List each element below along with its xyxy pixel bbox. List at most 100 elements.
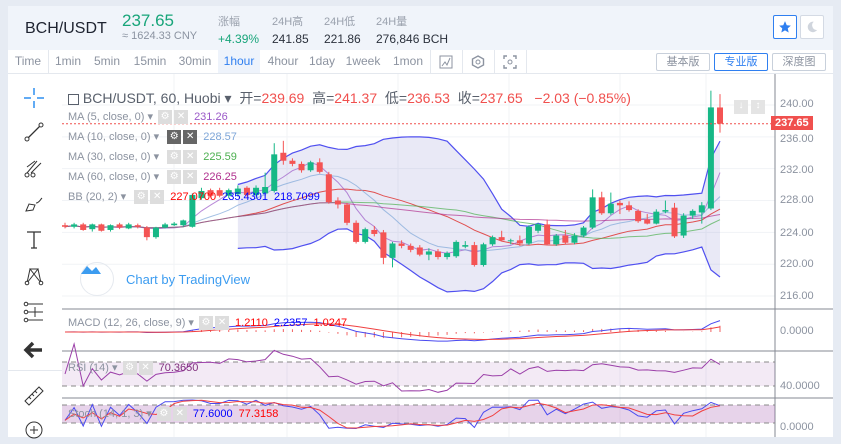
pitchfork-tool[interactable] [20,154,48,182]
candle-body [289,160,296,164]
chart-indicator-icon [439,55,453,69]
candle-body [653,211,660,224]
legend-bb[interactable]: BB (20, 2) ▾ ⚙ ✕ 227.0700 235.4301 218.7099 [68,190,320,205]
candle-body [616,202,623,206]
moon-icon [807,21,818,33]
candle-body [525,226,532,244]
tf-1day[interactable]: 1day [306,50,338,73]
candle-body [316,162,323,172]
candle-body [125,224,132,229]
chart-area[interactable]: BCH/USDT, 60, Huobi ▾ 开=239.69 高=241.37 … [62,74,833,437]
tf-1hour[interactable]: 1hour [218,50,260,73]
chart-symbol[interactable]: BCH/USDT, 60, Huobi [83,90,221,106]
price-tick: 220.00 [780,258,814,270]
tf-15min[interactable]: 15min [128,50,172,73]
tf-time[interactable]: Time [8,50,48,73]
candle-body [416,247,423,255]
chart-title-row: BCH/USDT, 60, Huobi ▾ 开=239.69 高=241.37 … [68,88,631,108]
indicators-button[interactable] [434,50,458,73]
candle-body [398,243,405,246]
macd-tick: 0.0000 [780,325,814,337]
auto-scale-icon[interactable]: ↕ [751,100,765,114]
legend-ma60[interactable]: MA (60, close, 0) ▾ ⚙ ✕ 226.25 [68,170,237,185]
ruler-tool[interactable] [20,382,48,410]
brush-tool[interactable] [20,190,48,218]
close-icon: ✕ [138,361,153,376]
candle-body [516,240,523,244]
candle-body [134,225,141,227]
pitchfork-icon [24,160,42,178]
settings-button[interactable] [466,50,490,73]
chart-canvas[interactable] [62,74,833,437]
candle-body [480,244,487,265]
tf-4hour[interactable]: 4hour [262,50,304,73]
legend-stoch[interactable]: Stoch (14, 1, 3) ▾ ⚙ ✕ 77.6000 77.3158 [68,407,278,422]
candle-body [644,219,651,224]
tf-30min[interactable]: 30min [174,50,216,73]
candle-body [344,204,351,223]
candle-body [143,227,150,238]
gear-icon: ⚙ [134,190,149,205]
legend-macd[interactable]: MACD (12, 26, close, 9) ▾ ⚙ ✕ 1.2110 2.2357… [68,316,347,331]
hexagon-settings-icon [471,55,485,69]
candle-body [662,210,669,212]
candle-body [544,224,551,245]
tf-5min[interactable]: 5min [88,50,126,73]
candle-body [626,205,633,211]
candle-body [498,237,505,241]
tf-1week[interactable]: 1week [342,50,384,73]
favorite-button[interactable] [773,15,797,39]
theme-toggle-button[interactable] [800,15,824,39]
close-icon: ✕ [183,130,198,145]
cny-price: ≈ 1624.33 CNY [122,30,198,42]
tradingview-watermark[interactable]: Chart by TradingView [80,262,250,296]
tf-1min[interactable]: 1min [50,50,86,73]
candle-body [298,163,305,171]
ohlc-open: 239.69 [261,90,305,106]
candle-body [162,224,169,228]
candle-body [107,225,114,230]
candle-body [98,224,105,231]
view-basic-button[interactable]: 基本版 [656,53,710,71]
candle-body [462,245,469,247]
legend-ma30[interactable]: MA (30, close, 0) ▾ ⚙ ✕ 225.59 [68,150,237,165]
candle-body [180,220,187,226]
measure-tool[interactable] [20,298,48,326]
fullscreen-button[interactable] [498,50,522,73]
legend-rsi[interactable]: RSI (14) ▾ ⚙ ✕ 70.3650 [68,361,198,376]
price-tick: 216.00 [780,290,814,302]
legend-ma5[interactable]: MA (5, close, 0) ▾ ⚙ ✕ 231.26 [68,110,228,125]
candle-body [507,240,514,242]
candle-body [434,251,441,258]
legend-ma10[interactable]: MA (10, close, 0) ▾ ⚙ ✕ 228.57 [68,130,237,145]
text-tool[interactable] [20,226,48,254]
scroll-down-icon[interactable]: ↓ [734,100,748,114]
back-button[interactable] [20,336,48,364]
pair-name: BCH/USDT [25,20,107,37]
close-icon: ✕ [183,170,198,185]
collapse-icon[interactable] [68,93,79,105]
pattern-tool[interactable] [20,262,48,290]
trendline-icon [24,122,44,142]
gear-icon: ⚙ [167,130,182,145]
zoom-in-tool[interactable] [20,416,48,444]
close-icon: ✕ [150,190,165,205]
ohlc-low: 236.53 [407,90,450,106]
ohlc-high: 241.37 [334,90,378,106]
measure-lines-icon [23,301,43,323]
candle-body [71,224,78,227]
view-pro-button[interactable]: 专业版 [714,53,768,71]
drawing-toolbar [8,74,62,439]
crosshair-tool[interactable] [20,84,48,112]
star-icon [779,21,791,33]
close-icon: ✕ [174,110,189,125]
pattern-icon [24,267,44,286]
trendline-tool[interactable] [20,118,48,146]
candle-body [89,224,96,230]
candle-body [271,154,278,191]
view-depth-button[interactable]: 深度图 [772,53,826,71]
current-price-tag: 237.65 [771,116,813,130]
gear-icon: ⚙ [199,316,214,331]
candle-body [562,235,569,243]
tf-1mon[interactable]: 1mon [388,50,428,73]
